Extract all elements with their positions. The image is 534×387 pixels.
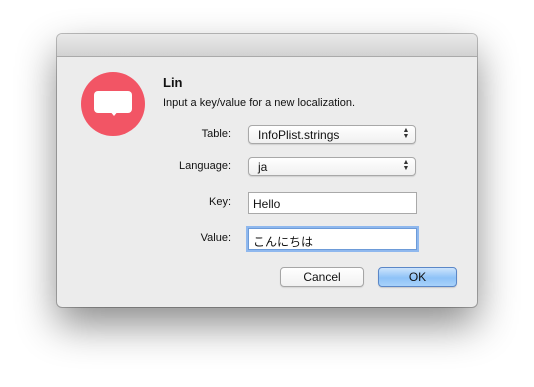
value-label: Value: <box>200 232 231 244</box>
key-field[interactable]: Hello <box>248 192 417 214</box>
dialog-message: Input a key/value for a new localization… <box>163 97 356 109</box>
popup-arrows-icon: ▲ ▼ <box>402 159 410 172</box>
dialog-title: Lin <box>163 75 183 90</box>
title-bar[interactable] <box>57 34 477 57</box>
key-label: Key: <box>208 196 231 208</box>
language-popup[interactable]: ja ▲ ▼ <box>248 157 416 176</box>
cancel-button[interactable]: Cancel <box>280 267 364 287</box>
value-field[interactable]: こんにちは <box>248 228 417 250</box>
language-popup-value: ja <box>258 160 268 174</box>
ok-button[interactable]: OK <box>378 267 457 287</box>
table-popup-value: InfoPlist.strings <box>258 128 340 142</box>
language-label: Language: <box>179 160 231 172</box>
table-label: Table: <box>201 128 231 140</box>
popup-arrows-icon: ▲ ▼ <box>402 127 410 140</box>
speech-bubble-icon <box>81 72 145 136</box>
table-popup[interactable]: InfoPlist.strings ▲ ▼ <box>248 125 416 144</box>
speech-bubble-tail <box>109 110 119 116</box>
dialog-window: Lin Input a key/value for a new localiza… <box>57 34 477 307</box>
